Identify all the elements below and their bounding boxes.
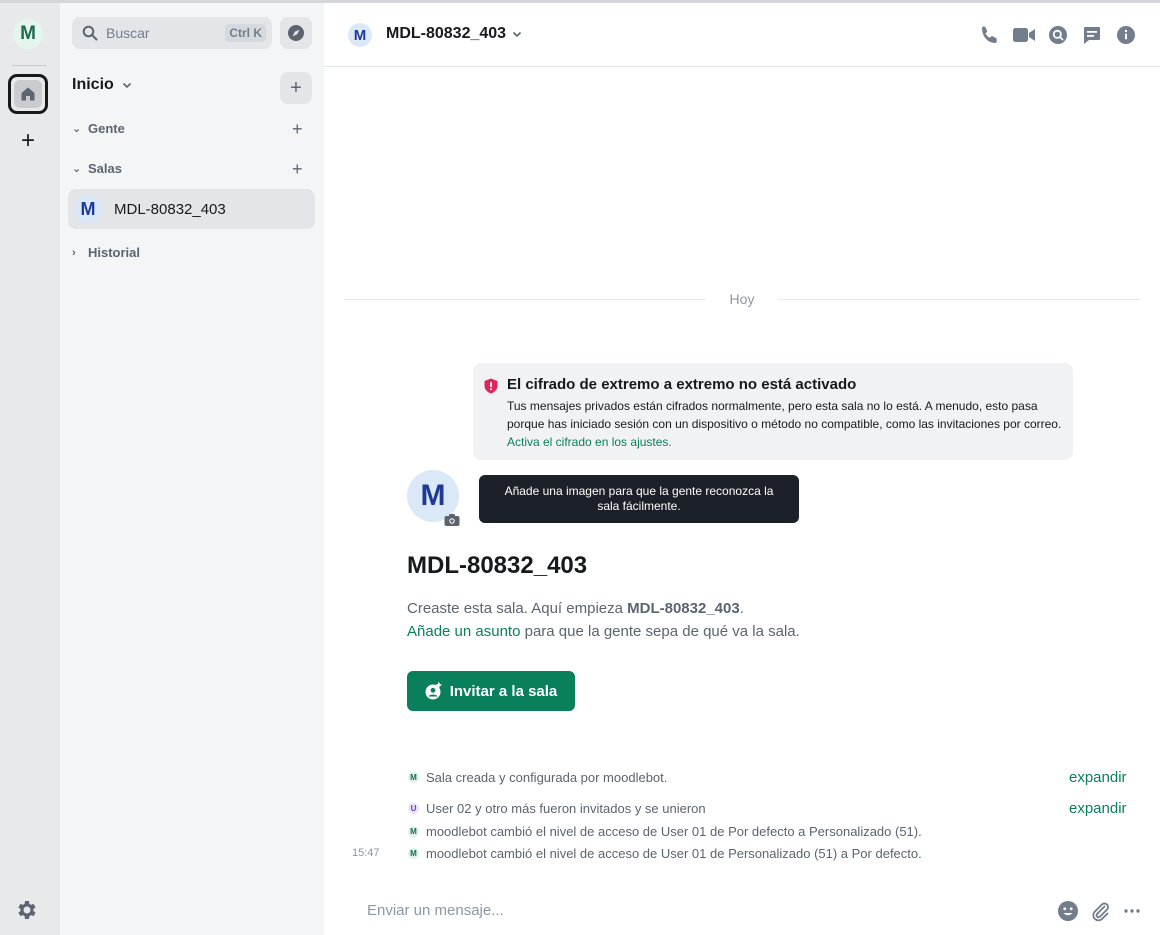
expand-link[interactable]: expandir xyxy=(1069,769,1127,786)
shield-warning-icon xyxy=(484,378,498,394)
encryption-notice-body: Tus mensajes privados están cifrados nor… xyxy=(507,397,1062,451)
search-button[interactable]: Buscar Ctrl K xyxy=(72,17,272,49)
avatar-tooltip: Añade una imagen para que la gente recon… xyxy=(479,475,799,523)
section-rooms-label: Salas xyxy=(88,161,122,176)
message-composer[interactable]: Enviar un mensaje... xyxy=(324,883,1160,935)
encryption-notice-title: El cifrado de extremo a extremo no está … xyxy=(507,376,857,393)
expand-link[interactable]: expandir xyxy=(1069,800,1127,817)
space-divider xyxy=(12,65,46,66)
add-user-icon xyxy=(425,682,442,700)
chevron-down-icon xyxy=(513,31,522,38)
explore-rooms-button[interactable] xyxy=(280,17,312,49)
home-header[interactable]: Inicio xyxy=(72,76,132,94)
enable-encryption-link[interactable]: Activa el cifrado en los ajustes. xyxy=(507,435,672,449)
encryption-notice-text: Tus mensajes privados están cifrados nor… xyxy=(507,399,1062,431)
info-icon xyxy=(1117,26,1135,44)
room-view: M MDL-80832_403 Hoy El cifrado de extrem… xyxy=(324,0,1160,935)
room-info-button[interactable] xyxy=(1114,23,1138,47)
room-avatar: M xyxy=(74,195,102,223)
add-person-button[interactable]: + xyxy=(292,119,303,140)
home-icon xyxy=(21,87,35,101)
search-shortcut: Ctrl K xyxy=(225,24,266,42)
video-icon xyxy=(1013,28,1035,42)
invite-to-room-button[interactable]: Invitar a la sala xyxy=(407,671,575,711)
room-list-item[interactable]: M MDL-80832_403 xyxy=(68,189,315,229)
section-people-label: Gente xyxy=(88,121,125,136)
event-avatar[interactable]: M xyxy=(408,848,419,859)
home-space-button[interactable] xyxy=(8,74,48,114)
intro-room-name: MDL-80832_403 xyxy=(627,600,740,617)
topic-prompt-rest: para que la gente sepa de qué va la sala… xyxy=(520,623,800,640)
search-icon xyxy=(82,25,98,41)
section-people-header[interactable]: ⌄ Gente xyxy=(72,121,125,136)
message-input[interactable]: Enviar un mensaje... xyxy=(367,902,504,919)
room-header-title: MDL-80832_403 xyxy=(386,25,507,42)
voice-call-button[interactable] xyxy=(978,23,1002,47)
emoji-icon xyxy=(1058,901,1078,921)
encryption-notice: El cifrado de extremo a extremo no está … xyxy=(473,363,1073,460)
timeline-event: U User 02 y otro más fueron invitados y … xyxy=(408,801,706,816)
event-text: User 02 y otro más fueron invitados y se… xyxy=(426,801,706,816)
phone-icon xyxy=(982,26,997,43)
timeline-event: M Sala creada y configurada por moodlebo… xyxy=(408,770,667,785)
chevron-down-icon: ⌄ xyxy=(72,123,82,135)
gear-icon xyxy=(18,901,36,919)
date-separator: Hoy xyxy=(344,289,1140,309)
room-list-panel: Buscar Ctrl K Inicio + ⌄ Gente + ⌄ Salas… xyxy=(60,0,324,935)
event-avatar[interactable]: U xyxy=(408,803,419,814)
space-bar: M + xyxy=(0,0,60,935)
intro-suffix: . xyxy=(739,600,744,617)
event-text: Sala creada y configurada por moodlebot. xyxy=(426,770,668,785)
compass-icon xyxy=(288,25,304,41)
user-avatar[interactable]: M xyxy=(13,19,43,49)
chevron-right-icon: › xyxy=(72,246,76,259)
event-text: moodlebot cambió el nivel de acceso de U… xyxy=(426,824,922,839)
add-topic-link[interactable]: Añade un asunto xyxy=(407,623,520,640)
room-header-avatar[interactable]: M xyxy=(348,23,372,47)
create-space-button[interactable]: + xyxy=(16,129,40,153)
event-timestamp: 15:47 xyxy=(352,847,380,859)
threads-button[interactable] xyxy=(1080,23,1104,47)
date-separator-label: Hoy xyxy=(729,291,755,307)
timeline-event: M moodlebot cambió el nivel de acceso de… xyxy=(408,846,922,861)
room-intro-text: Creaste esta sala. Aquí empieza MDL-8083… xyxy=(407,600,744,617)
intro-prefix: Creaste esta sala. Aquí empieza xyxy=(407,600,628,617)
add-room-button[interactable]: + xyxy=(280,72,312,104)
event-avatar[interactable]: M xyxy=(408,772,419,783)
event-text: moodlebot cambió el nivel de acceso de U… xyxy=(426,846,922,861)
emoji-button[interactable] xyxy=(1056,899,1080,923)
room-intro-title: MDL-80832_403 xyxy=(407,552,588,579)
search-label: Buscar xyxy=(106,25,150,41)
chevron-down-icon xyxy=(122,82,131,89)
attachment-button[interactable] xyxy=(1088,899,1112,923)
more-horizontal-icon xyxy=(1124,909,1140,913)
camera-icon[interactable] xyxy=(444,513,460,527)
room-header: M MDL-80832_403 xyxy=(324,3,1160,67)
timeline-event: M moodlebot cambió el nivel de acceso de… xyxy=(408,824,922,839)
room-search-button[interactable] xyxy=(1046,23,1070,47)
video-call-button[interactable] xyxy=(1012,23,1036,47)
add-room-section-button[interactable]: + xyxy=(292,159,303,180)
more-options-button[interactable] xyxy=(1120,899,1144,923)
section-history-header[interactable]: › Historial xyxy=(72,245,140,260)
room-topic-prompt: Añade un asunto para que la gente sepa d… xyxy=(407,623,800,640)
paperclip-icon xyxy=(1092,902,1109,922)
section-rooms-header[interactable]: ⌄ Salas xyxy=(72,161,122,176)
event-avatar[interactable]: M xyxy=(408,826,419,837)
room-header-name[interactable]: MDL-80832_403 xyxy=(386,25,522,43)
invite-button-label: Invitar a la sala xyxy=(449,682,558,700)
threads-icon xyxy=(1084,27,1100,44)
quick-settings-button[interactable] xyxy=(14,898,38,922)
home-title-label: Inicio xyxy=(72,76,114,93)
chevron-down-icon: ⌄ xyxy=(72,163,82,175)
search-icon xyxy=(1049,26,1067,44)
section-history-label: Historial xyxy=(88,245,141,260)
room-name: MDL-80832_403 xyxy=(114,200,226,218)
